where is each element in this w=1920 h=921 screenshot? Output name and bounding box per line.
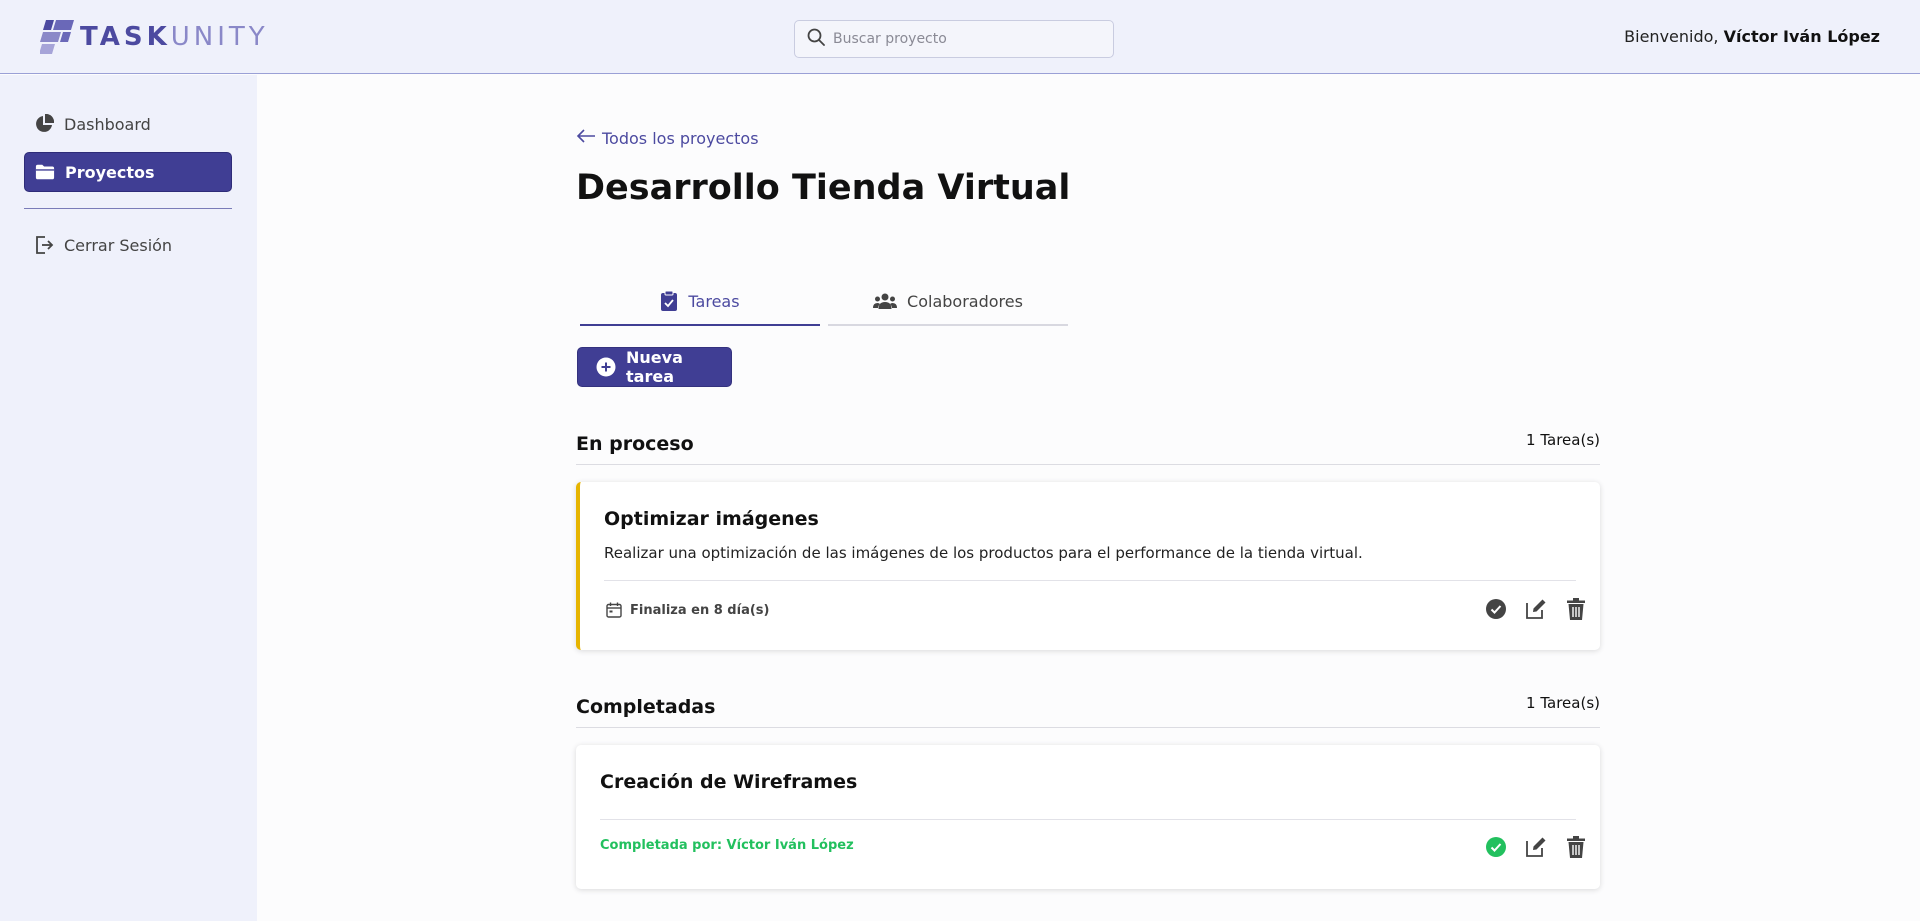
completed-by: Completada por: Víctor Iván López (600, 838, 854, 853)
section-header-in-progress: En proceso 1 Tarea(s) (576, 425, 1600, 465)
calendar-icon (606, 602, 622, 618)
arrow-left-icon (576, 128, 596, 148)
users-icon (873, 292, 898, 310)
delete-task-button[interactable] (1564, 835, 1588, 859)
logo[interactable]: TASKUNITY (39, 18, 269, 56)
edit-task-button[interactable] (1524, 597, 1548, 621)
logo-icon (39, 18, 76, 56)
task-actions (1468, 835, 1588, 859)
tab-label: Tareas (688, 291, 740, 311)
folder-icon (35, 162, 55, 182)
section-count: 1 Tarea(s) (1526, 694, 1600, 712)
sidebar-item-logout[interactable]: Cerrar Sesión (24, 225, 232, 265)
new-task-button[interactable]: Nueva tarea (577, 347, 732, 387)
user-name: Víctor Iván López (1723, 27, 1880, 46)
section-count: 1 Tarea(s) (1526, 431, 1600, 449)
pie-chart-icon (34, 114, 54, 134)
section-title: En proceso (576, 433, 694, 455)
search-input[interactable] (833, 31, 1093, 47)
clipboard-check-icon (660, 290, 678, 312)
new-task-label: Nueva tarea (626, 348, 683, 386)
edit-task-button[interactable] (1524, 835, 1548, 859)
sidebar-item-proyectos[interactable]: Proyectos (24, 152, 232, 192)
plus-circle-icon (596, 357, 616, 377)
task-description: Realizar una optimización de las imágene… (604, 544, 1363, 562)
sidebar-item-dashboard[interactable]: Dashboard (24, 104, 232, 144)
welcome-message: Bienvenido, Víctor Iván López (1624, 27, 1880, 46)
task-title: Creación de Wireframes (600, 771, 858, 793)
sidebar-divider (24, 208, 232, 209)
due-label: Finaliza en 8 día(s) (630, 602, 770, 618)
sidebar-item-label: Cerrar Sesión (64, 235, 173, 255)
task-title: Optimizar imágenes (604, 508, 819, 530)
section-title: Completadas (576, 696, 716, 718)
task-card[interactable]: Creación de Wireframes Completada por: V… (576, 745, 1600, 889)
section-header-completed: Completadas 1 Tarea(s) (576, 688, 1600, 728)
delete-task-button[interactable] (1564, 597, 1588, 621)
logo-text-task: TASK (80, 22, 171, 52)
logo-text: TASKUNITY (80, 22, 269, 52)
card-divider (604, 580, 1576, 581)
card-divider (600, 819, 1576, 820)
task-actions (1468, 597, 1588, 621)
page-title: Desarrollo Tienda Virtual (576, 168, 1071, 208)
top-header: TASKUNITY Bienvenido, Víctor Iván López (0, 0, 1920, 74)
logout-icon (34, 235, 54, 255)
tab-colaboradores[interactable]: Colaboradores (828, 278, 1068, 326)
task-due: Finaliza en 8 día(s) (606, 602, 769, 618)
tab-label: Colaboradores (907, 291, 1023, 311)
back-to-projects-link[interactable]: Todos los proyectos (576, 128, 759, 148)
sidebar-item-label: Dashboard (64, 114, 151, 134)
sidebar-item-label: Proyectos (65, 162, 155, 182)
task-card[interactable]: Optimizar imágenes Realizar una optimiza… (576, 482, 1600, 650)
sidebar: Dashboard Proyectos Cerrar Sesión (0, 75, 257, 921)
tab-tareas[interactable]: Tareas (580, 278, 820, 326)
back-link-label: Todos los proyectos (602, 128, 759, 148)
logo-text-unity: UNITY (170, 22, 269, 52)
search-icon (807, 28, 825, 50)
completed-status-button[interactable] (1484, 835, 1508, 859)
search-box[interactable] (794, 20, 1114, 58)
complete-task-button[interactable] (1484, 597, 1508, 621)
welcome-prefix: Bienvenido, (1624, 27, 1719, 46)
